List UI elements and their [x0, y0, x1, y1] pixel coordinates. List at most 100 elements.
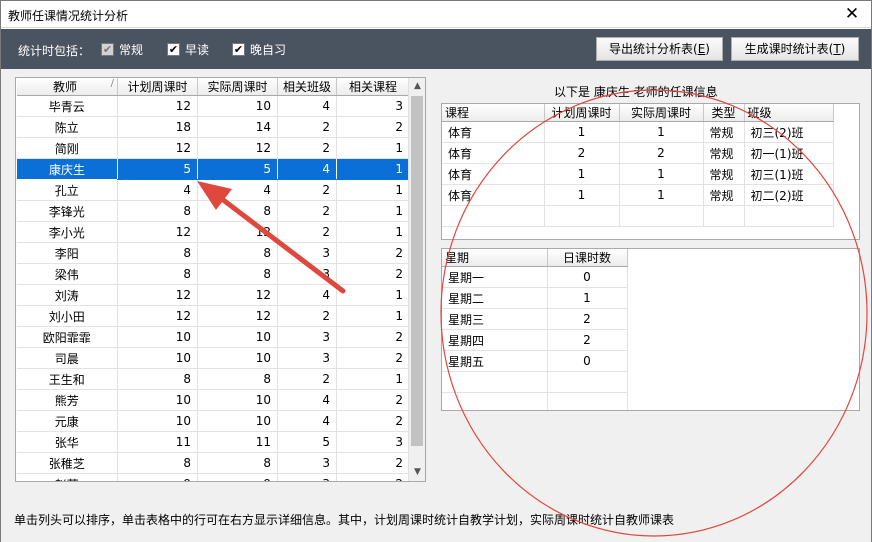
day-row[interactable]: 星期一 0: [442, 266, 628, 288]
teacher-header-row: 教师 / 计划周课时 实际周课时 相关班级 相关课程: [16, 78, 410, 96]
stat-include-label: 统计时包括：: [18, 44, 91, 58]
day-cell: 1: [547, 287, 628, 309]
col-header-teacher[interactable]: 教师 /: [16, 78, 118, 96]
teacher-row[interactable]: 李阳 8 8 3 2: [16, 242, 410, 264]
course-cell: 2: [544, 142, 620, 164]
teacher-table-body: 毕青云 12 10 4 3 陈立 18 14 2 2 简刚 12 12 2 1 康庆生 5 5 4 1 孔立 4 4 2 1 李锋…: [16, 95, 410, 481]
col-header-course-actual[interactable]: 实际周课时: [619, 104, 704, 122]
col-header-related-classes[interactable]: 相关班级: [277, 78, 337, 96]
teacher-row[interactable]: 梁伟 8 8 3 2: [16, 263, 410, 285]
teacher-name-cell: 陈立: [16, 116, 118, 138]
course-cell: 1: [544, 184, 620, 206]
course-cell: 初三(2)班: [744, 121, 834, 143]
course-row[interactable]: 体育 2 2 常规 初一(1)班: [442, 142, 834, 164]
teacher-grid[interactable]: 教师 / 计划周课时 实际周课时 相关班级 相关课程 毕青云 12 10 4 3 陈立 18 1…: [15, 77, 426, 482]
teacher-row[interactable]: 刘涛 12 12 4 1: [16, 284, 410, 306]
teacher-value-cell: 2: [277, 305, 337, 327]
day-cell: 星期二: [442, 287, 548, 309]
teacher-name-cell: 张稚芝: [16, 452, 118, 474]
course-cell: 体育: [442, 184, 545, 206]
course-cell: 1: [544, 163, 620, 185]
teacher-value-cell: 10: [117, 410, 198, 432]
teacher-value-cell: 1: [336, 158, 410, 180]
teacher-row[interactable]: 刘小田 12 12 2 1: [16, 305, 410, 327]
teacher-value-cell: 2: [336, 389, 410, 411]
scroll-up-icon[interactable]: ▲: [409, 78, 425, 95]
course-cell: 体育: [442, 142, 545, 164]
teacher-value-cell: 2: [336, 473, 410, 481]
teacher-value-cell: 3: [336, 431, 410, 453]
teacher-value-cell: 14: [197, 116, 278, 138]
course-row[interactable]: 体育 1 1 常规 初三(2)班: [442, 121, 834, 143]
teacher-value-cell: 1: [336, 284, 410, 306]
day-cell: 星期三: [442, 308, 548, 330]
col-header-course[interactable]: 课程: [442, 104, 545, 122]
teacher-value-cell: 8: [117, 368, 198, 390]
course-cell: 体育: [442, 121, 545, 143]
course-row[interactable]: 体育 1 1 常规 初三(1)班: [442, 163, 834, 185]
course-row[interactable]: 体育 1 1 常规 初二(2)班: [442, 184, 834, 206]
teacher-value-cell: 8: [117, 242, 198, 264]
generate-hours-button[interactable]: 生成课时统计表(T): [731, 37, 859, 61]
teacher-grid-scrollbar[interactable]: ▲ ▼: [408, 78, 425, 481]
teacher-row[interactable]: 简刚 12 12 2 1: [16, 137, 410, 159]
sort-indicator-icon: /: [110, 78, 114, 89]
day-row[interactable]: 星期四 2: [442, 329, 628, 351]
checkbox-morning-reading[interactable]: ✔ 早读: [167, 41, 209, 58]
col-header-day-hours[interactable]: 日课时数: [547, 249, 628, 267]
checkbox-evening-study[interactable]: ✔ 晚自习: [232, 41, 286, 58]
scroll-down-icon[interactable]: ▼: [409, 464, 425, 481]
teacher-row[interactable]: 赵萍9932: [16, 473, 410, 481]
day-row[interactable]: 星期五 0: [442, 350, 628, 372]
teacher-row[interactable]: 张华 11 11 5 3: [16, 431, 410, 453]
teacher-value-cell: 1: [336, 137, 410, 159]
teacher-row[interactable]: 李小光 12 12 2 1: [16, 221, 410, 243]
teacher-row[interactable]: 毕青云 12 10 4 3: [16, 95, 410, 117]
day-detail-grid[interactable]: 星期 日课时数 星期一 0 星期二 1 星期三 2 星期四 2 星期五 0: [441, 248, 860, 411]
window-title: 教师任课情况统计分析: [8, 9, 129, 23]
teacher-name-cell: 孔立: [16, 179, 118, 201]
teacher-row[interactable]: 熊芳 10 10 4 2: [16, 389, 410, 411]
col-header-planned-hours[interactable]: 计划周课时: [117, 78, 198, 96]
teacher-value-cell: 5: [117, 158, 198, 180]
teacher-row[interactable]: 孔立 4 4 2 1: [16, 179, 410, 201]
teacher-row[interactable]: 欧阳霏霏 10 10 3 2: [16, 326, 410, 348]
export-analysis-button[interactable]: 导出统计分析表(E): [596, 37, 723, 61]
teacher-value-cell: 4: [117, 179, 198, 201]
teacher-value-cell: 2: [336, 326, 410, 348]
teacher-value-cell: 3: [277, 452, 337, 474]
teacher-row[interactable]: 司晨 10 10 3 2: [16, 347, 410, 369]
teacher-row[interactable]: 康庆生 5 5 4 1: [16, 158, 410, 180]
col-header-course-type[interactable]: 类型: [703, 104, 745, 122]
col-header-course-planned[interactable]: 计划周课时: [544, 104, 620, 122]
teacher-row[interactable]: 李锋光 8 8 2 1: [16, 200, 410, 222]
col-header-related-courses[interactable]: 相关课程: [336, 78, 410, 96]
day-empty-row: [442, 371, 628, 393]
day-cell: 星期一: [442, 266, 548, 288]
teacher-value-cell: 10: [197, 326, 278, 348]
teacher-value-cell: 11: [197, 431, 278, 453]
day-cell: 星期五: [442, 350, 548, 372]
day-row[interactable]: 星期三 2: [442, 308, 628, 330]
teacher-row[interactable]: 王生和 8 8 2 1: [16, 368, 410, 390]
close-icon[interactable]: ✕: [841, 4, 863, 24]
teacher-row[interactable]: 张稚芝 8 8 3 2: [16, 452, 410, 474]
checkbox-regular[interactable]: ✔ 常规: [101, 41, 143, 58]
generate-button-label: 生成课时统计表: [744, 42, 829, 56]
day-row[interactable]: 星期二 1: [442, 287, 628, 309]
teacher-row[interactable]: 陈立 18 14 2 2: [16, 116, 410, 138]
course-cell: 2: [619, 142, 704, 164]
course-detail-grid[interactable]: 课程 计划周课时 实际周课时 类型 班级 体育 1 1 常规 初三(2)班 体育 2 2 常规初…: [441, 103, 860, 240]
empty-cell: [703, 205, 745, 227]
course-cell: 常规: [703, 142, 745, 164]
teacher-row[interactable]: 元康 10 10 4 2: [16, 410, 410, 432]
teacher-value-cell: 8: [197, 368, 278, 390]
toolbar: 统计时包括： ✔ 常规 ✔ 早读 ✔ 晚自习 导出统计分析表(E) 生成课时统计…: [1, 29, 871, 69]
course-cell: 1: [619, 184, 704, 206]
empty-cell: [442, 371, 548, 393]
col-header-course-class[interactable]: 班级: [744, 104, 834, 122]
col-header-weekday[interactable]: 星期: [442, 249, 548, 267]
teacher-value-cell: 1: [336, 179, 410, 201]
col-header-actual-hours[interactable]: 实际周课时: [197, 78, 278, 96]
scroll-thumb[interactable]: [411, 96, 423, 446]
